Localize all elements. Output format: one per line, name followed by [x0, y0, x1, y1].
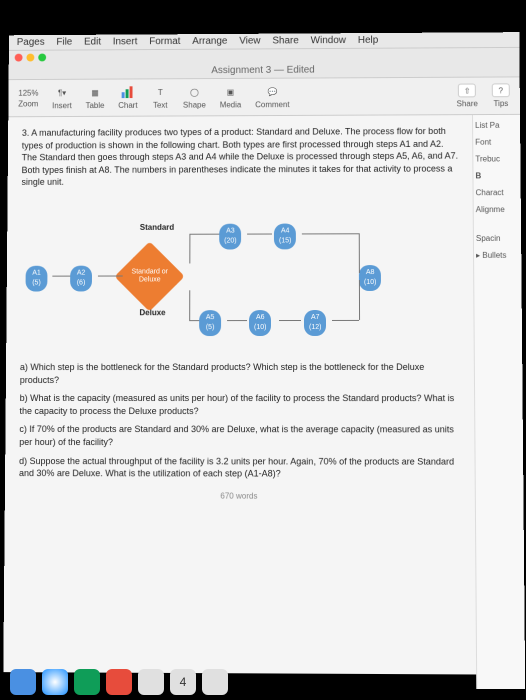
text-button[interactable]: TText [147, 83, 173, 112]
question-3-text: 3. A manufacturing facility produces two… [21, 125, 458, 189]
dock: 4 [10, 666, 516, 698]
word-count: 670 words [19, 490, 461, 502]
powerpoint-icon[interactable] [106, 669, 132, 695]
question-b: b) What is the capacity (measured as uni… [20, 392, 461, 417]
excel-icon[interactable] [74, 669, 100, 695]
chart-button[interactable]: Chart [114, 83, 141, 112]
shape-icon: ◯ [186, 85, 204, 99]
fullscreen-icon[interactable] [38, 54, 46, 62]
finder-icon[interactable] [10, 669, 36, 695]
question-c: c) If 70% of the products are Standard a… [19, 423, 460, 449]
question-d: d) Suppose the actual throughput of the … [19, 455, 461, 481]
flowchart: Standard Deluxe A1(5) A2(6) Standard or … [20, 195, 460, 355]
node-a3: A3(20) [219, 224, 241, 249]
chart-icon [119, 85, 137, 99]
bold-button[interactable]: B [475, 171, 518, 180]
bullets-control[interactable]: ▸ Bullets [476, 251, 519, 260]
table-button[interactable]: ▦Table [82, 83, 109, 112]
menu-view[interactable]: View [239, 36, 260, 47]
safari-icon[interactable] [42, 669, 68, 695]
spacing-control[interactable]: Spacin [476, 234, 519, 243]
decision-node: Standard or Deluxe [114, 241, 184, 311]
media-icon: ▣ [222, 85, 240, 99]
menu-arrange[interactable]: Arrange [192, 36, 227, 47]
paragraph-icon: ¶▾ [53, 86, 71, 100]
node-a8: A8(10) [359, 265, 382, 291]
media-button[interactable]: ▣Media [216, 83, 246, 112]
font-label: Font [475, 138, 518, 147]
app-name[interactable]: Pages [17, 37, 45, 48]
close-icon[interactable] [15, 54, 23, 62]
node-a2: A2(6) [70, 266, 92, 291]
menu-file[interactable]: File [56, 37, 72, 48]
comment-icon: 💬 [263, 85, 281, 99]
insert-button[interactable]: ¶▾Insert [48, 84, 76, 113]
inspector-sidebar: List Pa Font Trebuc B Charact Alignme Sp… [472, 115, 525, 689]
standard-label: Standard [140, 222, 174, 233]
app-icon[interactable] [138, 669, 164, 695]
menu-insert[interactable]: Insert [113, 36, 138, 47]
toolbar: 125% Zoom ¶▾Insert ▦Table Chart TText ◯S… [8, 77, 520, 117]
share-icon: ⇧ [458, 84, 476, 98]
minimize-icon[interactable] [26, 54, 34, 62]
menu-window[interactable]: Window [311, 35, 346, 46]
text-icon: T [151, 85, 169, 99]
node-a5: A5(5) [199, 310, 221, 336]
menu-edit[interactable]: Edit [84, 37, 101, 48]
document-area[interactable]: 3. A manufacturing facility produces two… [3, 115, 476, 689]
node-a4: A4(15) [274, 224, 296, 249]
menu-format[interactable]: Format [149, 36, 180, 47]
character-styles[interactable]: Charact [476, 188, 519, 197]
comment-button[interactable]: 💬Comment [251, 83, 293, 112]
table-icon: ▦ [86, 85, 104, 99]
tips-button[interactable]: ?Tips [488, 81, 514, 110]
node-a7: A7(12) [304, 310, 327, 336]
node-a1: A1(5) [26, 266, 48, 291]
question-a: a) Which step is the bottleneck for the … [20, 361, 460, 386]
list-panel[interactable]: List Pa [475, 121, 518, 130]
alignment-control[interactable]: Alignme [476, 205, 519, 214]
font-select[interactable]: Trebuc [475, 154, 518, 163]
deluxe-label: Deluxe [139, 307, 165, 318]
node-a6: A6(10) [249, 310, 271, 336]
share-button[interactable]: ⇧Share [452, 82, 482, 111]
app2-icon[interactable] [202, 669, 228, 695]
menu-share[interactable]: Share [272, 35, 298, 46]
shape-button[interactable]: ◯Shape [179, 83, 210, 112]
zoom-control[interactable]: 125% Zoom [14, 86, 42, 110]
menu-help[interactable]: Help [358, 35, 378, 46]
tips-icon: ? [492, 83, 510, 97]
calendar-icon[interactable]: 4 [170, 669, 196, 695]
